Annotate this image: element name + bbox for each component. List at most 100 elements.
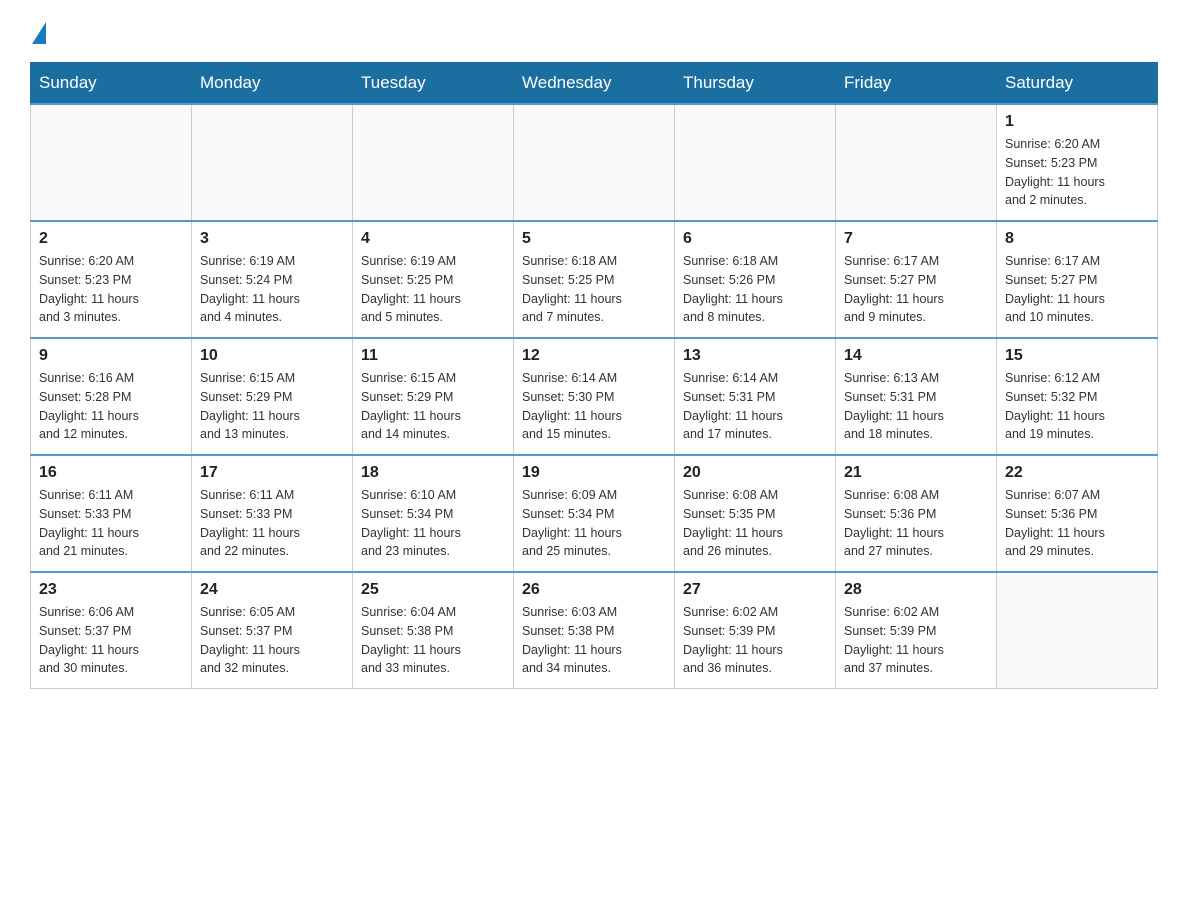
day-number: 18: [361, 464, 505, 482]
day-info: Sunrise: 6:02 AMSunset: 5:39 PMDaylight:…: [683, 603, 827, 678]
day-number: 14: [844, 347, 988, 365]
calendar-day-cell: 9 Sunrise: 6:16 AMSunset: 5:28 PMDaylight…: [31, 338, 192, 455]
calendar-day-cell: 15 Sunrise: 6:12 AMSunset: 5:32 PMDayligh…: [997, 338, 1158, 455]
day-info: Sunrise: 6:18 AMSunset: 5:26 PMDaylight:…: [683, 252, 827, 327]
day-number: 11: [361, 347, 505, 365]
calendar-day-cell: 2 Sunrise: 6:20 AMSunset: 5:23 PMDaylight…: [31, 221, 192, 338]
calendar-day-cell: [997, 572, 1158, 689]
calendar-day-cell: 8 Sunrise: 6:17 AMSunset: 5:27 PMDaylight…: [997, 221, 1158, 338]
day-number: 16: [39, 464, 183, 482]
calendar-day-cell: [514, 104, 675, 221]
calendar-day-cell: 22 Sunrise: 6:07 AMSunset: 5:36 PMDayligh…: [997, 455, 1158, 572]
day-number: 9: [39, 347, 183, 365]
day-info: Sunrise: 6:08 AMSunset: 5:36 PMDaylight:…: [844, 486, 988, 561]
calendar-header-row: SundayMondayTuesdayWednesdayThursdayFrid…: [31, 63, 1158, 105]
calendar-day-cell: 6 Sunrise: 6:18 AMSunset: 5:26 PMDaylight…: [675, 221, 836, 338]
calendar-week-row: 2 Sunrise: 6:20 AMSunset: 5:23 PMDaylight…: [31, 221, 1158, 338]
day-number: 13: [683, 347, 827, 365]
day-number: 12: [522, 347, 666, 365]
day-number: 19: [522, 464, 666, 482]
day-of-week-header: Saturday: [997, 63, 1158, 105]
calendar-day-cell: 25 Sunrise: 6:04 AMSunset: 5:38 PMDayligh…: [353, 572, 514, 689]
day-info: Sunrise: 6:04 AMSunset: 5:38 PMDaylight:…: [361, 603, 505, 678]
day-of-week-header: Tuesday: [353, 63, 514, 105]
calendar-day-cell: 19 Sunrise: 6:09 AMSunset: 5:34 PMDayligh…: [514, 455, 675, 572]
day-number: 6: [683, 230, 827, 248]
day-info: Sunrise: 6:02 AMSunset: 5:39 PMDaylight:…: [844, 603, 988, 678]
day-info: Sunrise: 6:11 AMSunset: 5:33 PMDaylight:…: [39, 486, 183, 561]
day-number: 17: [200, 464, 344, 482]
calendar-week-row: 23 Sunrise: 6:06 AMSunset: 5:37 PMDayligh…: [31, 572, 1158, 689]
day-info: Sunrise: 6:20 AMSunset: 5:23 PMDaylight:…: [39, 252, 183, 327]
calendar-day-cell: 23 Sunrise: 6:06 AMSunset: 5:37 PMDayligh…: [31, 572, 192, 689]
day-number: 28: [844, 581, 988, 599]
day-number: 23: [39, 581, 183, 599]
calendar-day-cell: 5 Sunrise: 6:18 AMSunset: 5:25 PMDaylight…: [514, 221, 675, 338]
day-number: 26: [522, 581, 666, 599]
calendar-day-cell: [675, 104, 836, 221]
calendar-day-cell: [353, 104, 514, 221]
day-number: 24: [200, 581, 344, 599]
day-info: Sunrise: 6:19 AMSunset: 5:24 PMDaylight:…: [200, 252, 344, 327]
day-info: Sunrise: 6:17 AMSunset: 5:27 PMDaylight:…: [1005, 252, 1149, 327]
day-info: Sunrise: 6:14 AMSunset: 5:31 PMDaylight:…: [683, 369, 827, 444]
day-info: Sunrise: 6:11 AMSunset: 5:33 PMDaylight:…: [200, 486, 344, 561]
day-info: Sunrise: 6:09 AMSunset: 5:34 PMDaylight:…: [522, 486, 666, 561]
calendar-day-cell: 26Sunrise: 6:03 AMSunset: 5:38 PMDayligh…: [514, 572, 675, 689]
day-number: 22: [1005, 464, 1149, 482]
day-number: 10: [200, 347, 344, 365]
day-number: 4: [361, 230, 505, 248]
day-number: 15: [1005, 347, 1149, 365]
day-info: Sunrise: 6:15 AMSunset: 5:29 PMDaylight:…: [200, 369, 344, 444]
calendar-day-cell: 24Sunrise: 6:05 AMSunset: 5:37 PMDayligh…: [192, 572, 353, 689]
calendar-day-cell: 21 Sunrise: 6:08 AMSunset: 5:36 PMDayligh…: [836, 455, 997, 572]
calendar-day-cell: 18 Sunrise: 6:10 AMSunset: 5:34 PMDayligh…: [353, 455, 514, 572]
day-of-week-header: Monday: [192, 63, 353, 105]
day-info: Sunrise: 6:12 AMSunset: 5:32 PMDaylight:…: [1005, 369, 1149, 444]
calendar-day-cell: [836, 104, 997, 221]
calendar-day-cell: [192, 104, 353, 221]
calendar-day-cell: 16 Sunrise: 6:11 AMSunset: 5:33 PMDayligh…: [31, 455, 192, 572]
day-info: Sunrise: 6:10 AMSunset: 5:34 PMDaylight:…: [361, 486, 505, 561]
day-info: Sunrise: 6:19 AMSunset: 5:25 PMDaylight:…: [361, 252, 505, 327]
day-info: Sunrise: 6:14 AMSunset: 5:30 PMDaylight:…: [522, 369, 666, 444]
calendar-day-cell: 28 Sunrise: 6:02 AMSunset: 5:39 PMDayligh…: [836, 572, 997, 689]
day-of-week-header: Thursday: [675, 63, 836, 105]
day-info: Sunrise: 6:07 AMSunset: 5:36 PMDaylight:…: [1005, 486, 1149, 561]
day-info: Sunrise: 6:13 AMSunset: 5:31 PMDaylight:…: [844, 369, 988, 444]
day-number: 3: [200, 230, 344, 248]
calendar-week-row: 1Sunrise: 6:20 AMSunset: 5:23 PMDaylight…: [31, 104, 1158, 221]
page-header: [30, 20, 1158, 42]
calendar-day-cell: 4 Sunrise: 6:19 AMSunset: 5:25 PMDaylight…: [353, 221, 514, 338]
day-info: Sunrise: 6:08 AMSunset: 5:35 PMDaylight:…: [683, 486, 827, 561]
day-number: 7: [844, 230, 988, 248]
calendar-day-cell: 13 Sunrise: 6:14 AMSunset: 5:31 PMDayligh…: [675, 338, 836, 455]
day-number: 1: [1005, 113, 1149, 131]
day-of-week-header: Wednesday: [514, 63, 675, 105]
day-info: Sunrise: 6:17 AMSunset: 5:27 PMDaylight:…: [844, 252, 988, 327]
calendar-day-cell: 20Sunrise: 6:08 AMSunset: 5:35 PMDayligh…: [675, 455, 836, 572]
day-info: Sunrise: 6:18 AMSunset: 5:25 PMDaylight:…: [522, 252, 666, 327]
day-number: 2: [39, 230, 183, 248]
day-number: 25: [361, 581, 505, 599]
calendar-day-cell: 14 Sunrise: 6:13 AMSunset: 5:31 PMDayligh…: [836, 338, 997, 455]
calendar-week-row: 9 Sunrise: 6:16 AMSunset: 5:28 PMDaylight…: [31, 338, 1158, 455]
calendar-week-row: 16 Sunrise: 6:11 AMSunset: 5:33 PMDayligh…: [31, 455, 1158, 572]
day-of-week-header: Sunday: [31, 63, 192, 105]
calendar-day-cell: 27 Sunrise: 6:02 AMSunset: 5:39 PMDayligh…: [675, 572, 836, 689]
logo-triangle-icon: [32, 22, 46, 44]
calendar-table: SundayMondayTuesdayWednesdayThursdayFrid…: [30, 62, 1158, 689]
calendar-day-cell: [31, 104, 192, 221]
day-number: 27: [683, 581, 827, 599]
day-number: 5: [522, 230, 666, 248]
day-of-week-header: Friday: [836, 63, 997, 105]
calendar-day-cell: 12 Sunrise: 6:14 AMSunset: 5:30 PMDayligh…: [514, 338, 675, 455]
day-number: 21: [844, 464, 988, 482]
calendar-day-cell: 1Sunrise: 6:20 AMSunset: 5:23 PMDaylight…: [997, 104, 1158, 221]
day-info: Sunrise: 6:16 AMSunset: 5:28 PMDaylight:…: [39, 369, 183, 444]
calendar-day-cell: 11Sunrise: 6:15 AMSunset: 5:29 PMDayligh…: [353, 338, 514, 455]
day-number: 8: [1005, 230, 1149, 248]
calendar-day-cell: 10 Sunrise: 6:15 AMSunset: 5:29 PMDayligh…: [192, 338, 353, 455]
calendar-day-cell: 3 Sunrise: 6:19 AMSunset: 5:24 PMDaylight…: [192, 221, 353, 338]
day-info: Sunrise: 6:06 AMSunset: 5:37 PMDaylight:…: [39, 603, 183, 678]
